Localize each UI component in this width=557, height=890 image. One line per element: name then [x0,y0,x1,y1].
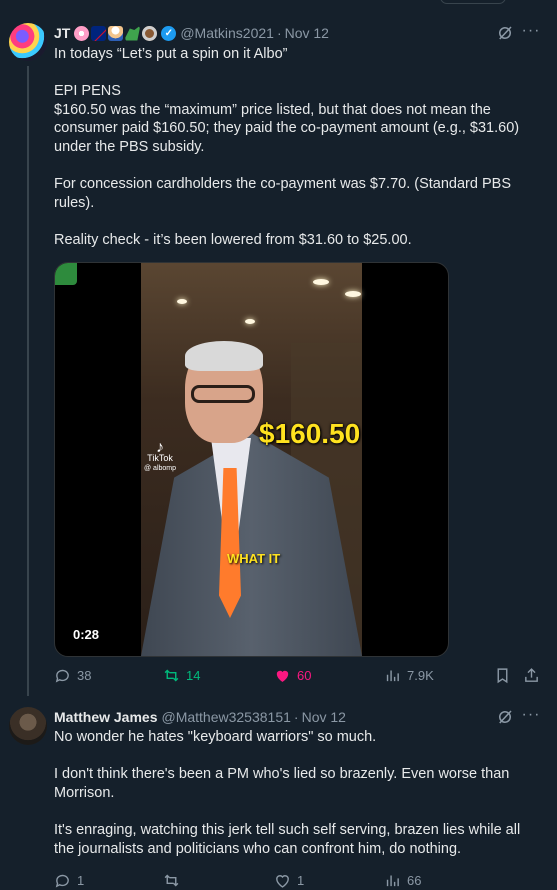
retweet-button[interactable] [163,872,186,889]
tiktok-icon: ♪ [156,439,164,456]
hair [185,341,263,371]
tweet-text-line: I don't think there's been a PM who's li… [54,766,510,783]
dinosaur-icon [125,25,141,41]
tweet-text-line: under the PBS subsidy. [54,138,205,155]
views-icon [386,875,399,887]
top-pill-button[interactable] [440,0,506,4]
thread-line [27,66,29,696]
author-handle[interactable]: @Matthew32538151 [161,709,290,725]
tweet-text: In todays “Let’s put a spin on it Albo” … [54,45,534,250]
video-overlay-price: $160.50 [259,418,361,449]
video-player[interactable]: $160.50 WHAT IT ♪ TikTok @ albomp 0:28 [54,262,449,657]
reply-icon [55,669,69,683]
tweet-time[interactable]: Nov 12 [285,25,329,41]
tiktok-watermark-handle: @ albomp [144,465,177,472]
video-duration: 0:28 [73,627,100,642]
author-name[interactable]: JT [54,25,70,41]
cherry-blossom-icon [74,25,90,41]
separator-dot: · [293,709,299,725]
rugby-ball-icon [142,25,158,41]
like-button[interactable]: 60 [274,667,311,684]
heart-icon [276,875,289,888]
tweet-text-line: Morrison. [54,784,115,801]
ceiling-light [177,299,187,304]
share-icon [525,668,538,682]
action-bar: 1 1 66 [54,872,544,890]
tweet-time[interactable]: Nov 12 [302,709,346,725]
heart-icon [276,670,289,682]
views-button[interactable]: 66 [384,872,421,889]
more-options-icon[interactable]: ··· [521,23,541,42]
like-count: 60 [297,668,312,683]
glasses [191,385,255,403]
action-bar: 38 14 60 7.9K [54,667,544,685]
chef-icon [108,25,124,41]
tweet-text-line: In todays “Let’s put a spin on it Albo” [54,46,288,62]
retweet-button[interactable]: 14 [163,667,200,684]
ceiling-light [345,291,361,297]
tweet-text-line [54,747,534,766]
tweet-text-line: rules). [54,194,95,211]
like-count: 1 [297,873,305,888]
retweet-icon [164,669,179,682]
tweet-text-line: Reality check - it’s been lowered from $… [54,231,412,248]
tweet-text-line [54,212,534,231]
tweet-header: Matthew James @Matthew32538151 · Nov 12 [54,707,346,727]
avatar[interactable] [9,23,47,61]
video-overlay-caption: WHAT IT [227,551,281,566]
retweet-count: 14 [186,668,201,683]
reply-count: 38 [77,668,92,683]
grok-icon[interactable] [496,708,514,726]
ceiling-light [245,319,255,324]
tweet-text-line: the journalists and politicians who can … [54,840,462,857]
tweet-text-line: consumer paid $160.50; they paid the co-… [54,120,520,137]
reply-button[interactable]: 38 [54,667,91,684]
australia-flag-icon [91,25,107,41]
ceiling-light [313,279,329,285]
tiktok-watermark: ♪ TikTok @ albomp [144,439,177,473]
tweet-text: No wonder he hates "keyboard warriors" s… [54,728,534,858]
tiktok-watermark-text: TikTok [147,453,173,463]
badge-icon [55,263,77,285]
views-button[interactable]: 7.9K [384,667,434,684]
author-handle[interactable]: @Matkins2021 [180,25,274,41]
reply-button[interactable]: 1 [54,872,84,889]
reply-count: 1 [77,873,85,888]
tweet-text-line [54,64,534,83]
tweet-header: JT ✓ @Matkins2021 · Nov 12 [54,23,329,43]
view-count: 7.9K [407,668,434,683]
tweet-text-line: For concession cardholders the co-paymen… [54,176,511,193]
name-emojis [74,25,158,41]
views-icon [386,670,399,682]
tweet-text-line: It's enraging, watching this jerk tell s… [54,821,521,838]
view-count: 66 [407,873,422,888]
verified-badge-icon: ✓ [161,25,177,41]
tweet-text-line: No wonder he hates "keyboard warriors" s… [54,729,377,745]
video-frame: $160.50 WHAT IT ♪ TikTok @ albomp [141,263,362,656]
like-button[interactable]: 1 [274,872,304,889]
tweet-text-line: $160.50 was the “maximum” price listed, … [54,101,491,118]
bookmark-button[interactable] [494,667,511,684]
tweet-text-line [54,802,534,821]
tweet-text-line [54,157,534,176]
more-options-icon[interactable]: ··· [521,707,541,726]
bookmark-icon [497,668,508,684]
author-name[interactable]: Matthew James [54,709,157,725]
retweet-icon [164,874,179,887]
grok-icon[interactable] [496,24,514,42]
share-button[interactable] [523,667,540,684]
reply-icon [55,874,69,888]
tweet-text-line: EPI PENS [54,83,121,100]
separator-dot: · [276,25,282,41]
avatar[interactable] [9,707,47,745]
